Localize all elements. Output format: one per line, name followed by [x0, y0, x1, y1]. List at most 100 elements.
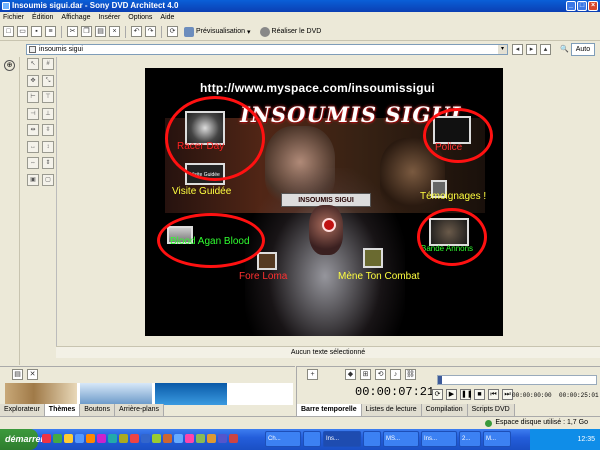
- menu-inserer[interactable]: Insérer: [98, 12, 120, 23]
- tab-listes-de-lecture[interactable]: Listes de lecture: [361, 404, 422, 416]
- tab-explorateur[interactable]: Explorateur: [0, 404, 45, 416]
- align-center-icon[interactable]: ⊣: [27, 107, 39, 120]
- tab-arriere-plans[interactable]: Arrière-plans: [114, 404, 165, 416]
- quicklaunch-icon[interactable]: [207, 434, 216, 443]
- minimize-button[interactable]: _: [566, 1, 576, 11]
- quicklaunch-icon[interactable]: [64, 434, 73, 443]
- new-file-icon[interactable]: □: [3, 26, 14, 37]
- chevron-down-icon[interactable]: ▾: [247, 28, 251, 36]
- task-button[interactable]: [303, 431, 321, 447]
- quicklaunch-icon[interactable]: [42, 434, 51, 443]
- ungroup-icon[interactable]: ▢: [42, 173, 54, 186]
- task-button[interactable]: Ins...: [421, 431, 457, 447]
- loop-play-icon[interactable]: ⟳: [432, 389, 443, 400]
- theme-thumbnail[interactable]: [155, 383, 227, 405]
- quicklaunch-icon[interactable]: [163, 434, 172, 443]
- delete-icon[interactable]: ×: [109, 26, 120, 37]
- menu-affichage[interactable]: Affichage: [61, 12, 90, 23]
- target-icon[interactable]: ⊕: [4, 60, 15, 71]
- quicklaunch-icon[interactable]: [152, 434, 161, 443]
- cut-icon[interactable]: ✂: [67, 26, 78, 37]
- undo-icon[interactable]: ↶: [131, 26, 142, 37]
- properties-icon[interactable]: ≡: [45, 26, 56, 37]
- same-width-icon[interactable]: ↔: [27, 140, 39, 153]
- menu-item-mene-ton-combat[interactable]: Mène Ton Combat: [338, 271, 420, 282]
- task-button[interactable]: M...: [483, 431, 511, 447]
- save-icon[interactable]: ▪: [31, 26, 42, 37]
- chevron-down-icon[interactable]: ▾: [498, 45, 507, 54]
- tab-themes[interactable]: Thèmes: [44, 404, 81, 416]
- quicklaunch-icon[interactable]: [174, 434, 183, 443]
- copy-icon[interactable]: ❐: [81, 26, 92, 37]
- paste-icon[interactable]: ▤: [95, 26, 106, 37]
- add-icon[interactable]: +: [307, 369, 318, 380]
- tab-barre-temporelle[interactable]: Barre temporelle: [297, 404, 362, 416]
- same-height-icon[interactable]: ↕: [42, 140, 54, 153]
- quicklaunch-icon[interactable]: [185, 434, 194, 443]
- volume-icon[interactable]: ♪: [390, 369, 401, 380]
- grid-tool-icon[interactable]: #: [42, 58, 54, 70]
- forward-icon[interactable]: ▸: [526, 44, 537, 55]
- menu-item-temoignages[interactable]: Témoignages !: [420, 191, 486, 202]
- back-icon[interactable]: ◂: [512, 44, 523, 55]
- task-button[interactable]: Ch...: [265, 431, 301, 447]
- quicklaunch-icon[interactable]: [108, 434, 117, 443]
- center-h-icon[interactable]: ⇔: [27, 157, 39, 169]
- maximize-button[interactable]: □: [577, 1, 587, 11]
- preview-button[interactable]: Prévisualisation ▾: [181, 26, 254, 37]
- scrubber-knob[interactable]: [438, 376, 442, 384]
- menu-item-fore-loma[interactable]: Fore Loma: [239, 271, 287, 282]
- select-tool-icon[interactable]: ↖: [27, 58, 39, 70]
- menu-fichier[interactable]: Fichier: [3, 12, 24, 23]
- timeline-scrubber[interactable]: [437, 375, 597, 385]
- start-button[interactable]: démarrer: [0, 429, 44, 450]
- prev-icon[interactable]: ⏮: [488, 389, 499, 400]
- play-icon[interactable]: ▶: [446, 389, 457, 400]
- loop-icon[interactable]: ⟳: [167, 26, 178, 37]
- task-button[interactable]: [363, 431, 381, 447]
- theme-thumbnail[interactable]: [80, 383, 152, 405]
- align-left-icon[interactable]: ⊢: [27, 91, 39, 103]
- menu-path-select[interactable]: insoumis sigui ▾: [26, 44, 508, 55]
- quicklaunch-icon[interactable]: [130, 434, 139, 443]
- distribute-v-icon[interactable]: ⇳: [42, 124, 54, 136]
- open-folder-icon[interactable]: ▭: [17, 26, 28, 37]
- tab-compilation[interactable]: Compilation: [421, 404, 468, 416]
- selection-marker[interactable]: [322, 218, 336, 232]
- task-button[interactable]: Ins...: [323, 431, 361, 447]
- quicklaunch-icon[interactable]: [119, 434, 128, 443]
- scale-tool-icon[interactable]: ⤡: [42, 74, 54, 87]
- center-v-icon[interactable]: ⇕: [42, 157, 54, 169]
- snap-icon[interactable]: ⊞: [360, 369, 371, 380]
- menu-options[interactable]: Options: [128, 12, 152, 23]
- task-button[interactable]: 2...: [459, 431, 481, 447]
- quicklaunch-icon[interactable]: [53, 434, 62, 443]
- menu-item-visite-guidee[interactable]: Visite Guidée: [172, 186, 231, 197]
- task-button[interactable]: MS...: [383, 431, 419, 447]
- burn-dvd-button[interactable]: Réaliser le DVD: [257, 26, 325, 37]
- menu-edition[interactable]: Édition: [32, 12, 53, 23]
- align-top-icon[interactable]: ⊤: [42, 91, 54, 103]
- quicklaunch-icon[interactable]: [97, 434, 106, 443]
- quicklaunch-icon[interactable]: [75, 434, 84, 443]
- loop-region-icon[interactable]: ⟲: [375, 369, 386, 380]
- stop-icon[interactable]: ■: [474, 389, 485, 400]
- group-icon[interactable]: ▣: [27, 173, 39, 186]
- quicklaunch-icon[interactable]: [218, 434, 227, 443]
- tab-scripts-dvd[interactable]: Scripts DVD: [467, 404, 515, 416]
- quicklaunch-icon[interactable]: [229, 434, 238, 443]
- up-icon[interactable]: ▴: [540, 44, 551, 55]
- apply-theme-icon[interactable]: ▤: [12, 368, 23, 380]
- distribute-h-icon[interactable]: ⇹: [27, 124, 39, 136]
- dvd-menu-preview[interactable]: http://www.myspace.com/insoumissigui INS…: [145, 68, 503, 336]
- quicklaunch-icon[interactable]: [141, 434, 150, 443]
- link-icon[interactable]: ⛓: [405, 369, 416, 380]
- redo-icon[interactable]: ↷: [145, 26, 156, 37]
- move-tool-icon[interactable]: ✥: [27, 74, 39, 87]
- quicklaunch-icon[interactable]: [196, 434, 205, 443]
- align-middle-icon[interactable]: ⊥: [42, 107, 54, 120]
- pause-icon[interactable]: ❚❚: [460, 389, 473, 400]
- menu-aide[interactable]: Aide: [160, 12, 174, 23]
- theme-thumbnail[interactable]: [5, 383, 77, 405]
- marker-icon[interactable]: ◆: [345, 369, 356, 380]
